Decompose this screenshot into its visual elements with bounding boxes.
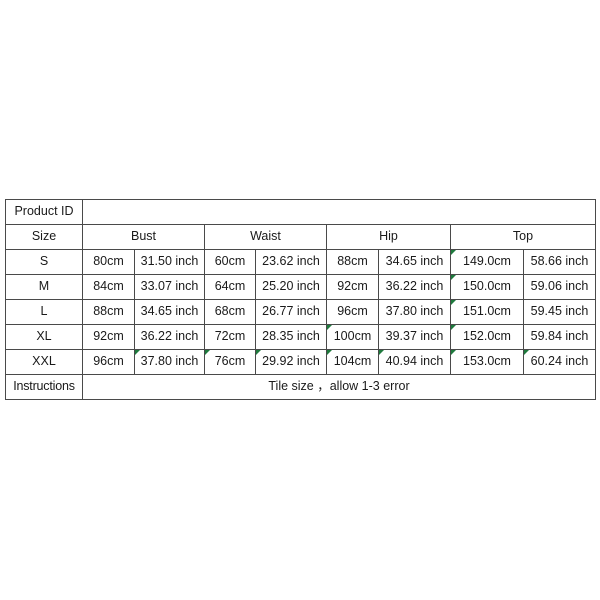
cell-top-cm: 150.0cm bbox=[450, 274, 524, 300]
cell-hip-inch: 36.22 inch bbox=[378, 274, 451, 300]
cell-size: S bbox=[5, 249, 83, 275]
cell-hip-inch: 40.94 inch bbox=[378, 349, 451, 375]
size-chart-table: Product ID Size Bust Waist Hip Top S 80c… bbox=[5, 199, 596, 400]
cell-waist-cm: 68cm bbox=[204, 299, 256, 325]
cell-waist-cm: 72cm bbox=[204, 324, 256, 350]
cell-bust-inch: 36.22 inch bbox=[134, 324, 205, 350]
size-chart-container: Product ID Size Bust Waist Hip Top S 80c… bbox=[5, 199, 596, 400]
cell-top-cm: 153.0cm bbox=[450, 349, 524, 375]
cell-bust-cm: 92cm bbox=[82, 324, 135, 350]
group-header-top: Top bbox=[450, 224, 596, 250]
group-header-hip: Hip bbox=[326, 224, 451, 250]
cell-waist-inch: 29.92 inch bbox=[255, 349, 327, 375]
cell-waist-inch: 23.62 inch bbox=[255, 249, 327, 275]
screenshot-canvas: Product ID Size Bust Waist Hip Top S 80c… bbox=[0, 0, 600, 600]
table-row: M 84cm 33.07 inch 64cm 25.20 inch 92cm 3… bbox=[5, 274, 596, 300]
cell-top-cm: 152.0cm bbox=[450, 324, 524, 350]
cell-bust-inch: 37.80 inch bbox=[134, 349, 205, 375]
cell-bust-inch: 34.65 inch bbox=[134, 299, 205, 325]
cell-hip-cm: 92cm bbox=[326, 274, 379, 300]
table-row-header: Size Bust Waist Hip Top bbox=[5, 224, 596, 250]
cell-bust-cm: 88cm bbox=[82, 299, 135, 325]
table-row-instructions: Instructions Tile size ，allow 1-3 error bbox=[5, 374, 596, 400]
cell-bust-cm: 84cm bbox=[82, 274, 135, 300]
cell-size: XL bbox=[5, 324, 83, 350]
cell-waist-inch: 25.20 inch bbox=[255, 274, 327, 300]
cell-top-cm: 149.0cm bbox=[450, 249, 524, 275]
cell-hip-cm: 88cm bbox=[326, 249, 379, 275]
cell-hip-inch: 34.65 inch bbox=[378, 249, 451, 275]
cell-waist-cm: 64cm bbox=[204, 274, 256, 300]
cell-top-inch: 58.66 inch bbox=[523, 249, 596, 275]
cell-bust-inch: 31.50 inch bbox=[134, 249, 205, 275]
cell-waist-inch: 28.35 inch bbox=[255, 324, 327, 350]
cell-waist-cm: 76cm bbox=[204, 349, 256, 375]
cell-hip-cm: 96cm bbox=[326, 299, 379, 325]
table-row: XXL 96cm 37.80 inch 76cm 29.92 inch 104c… bbox=[5, 349, 596, 375]
cell-bust-cm: 80cm bbox=[82, 249, 135, 275]
cell-hip-cm: 104cm bbox=[326, 349, 379, 375]
product-id-label: Product ID bbox=[5, 199, 83, 225]
table-row: S 80cm 31.50 inch 60cm 23.62 inch 88cm 3… bbox=[5, 249, 596, 275]
table-row: XL 92cm 36.22 inch 72cm 28.35 inch 100cm… bbox=[5, 324, 596, 350]
instructions-label: Instructions bbox=[5, 374, 83, 400]
cell-hip-inch: 37.80 inch bbox=[378, 299, 451, 325]
cell-hip-cm: 100cm bbox=[326, 324, 379, 350]
group-header-waist: Waist bbox=[204, 224, 327, 250]
cell-top-inch: 59.84 inch bbox=[523, 324, 596, 350]
cell-size: L bbox=[5, 299, 83, 325]
cell-size: XXL bbox=[5, 349, 83, 375]
product-id-value bbox=[82, 199, 596, 225]
table-row-product-id: Product ID bbox=[5, 199, 596, 225]
cell-top-cm: 151.0cm bbox=[450, 299, 524, 325]
cell-top-inch: 60.24 inch bbox=[523, 349, 596, 375]
cell-bust-cm: 96cm bbox=[82, 349, 135, 375]
size-header: Size bbox=[5, 224, 83, 250]
cell-size: M bbox=[5, 274, 83, 300]
instructions-text: Tile size ，allow 1-3 error bbox=[82, 374, 596, 400]
table-row: L 88cm 34.65 inch 68cm 26.77 inch 96cm 3… bbox=[5, 299, 596, 325]
cell-top-inch: 59.06 inch bbox=[523, 274, 596, 300]
cell-bust-inch: 33.07 inch bbox=[134, 274, 205, 300]
cell-top-inch: 59.45 inch bbox=[523, 299, 596, 325]
cell-hip-inch: 39.37 inch bbox=[378, 324, 451, 350]
cell-waist-cm: 60cm bbox=[204, 249, 256, 275]
group-header-bust: Bust bbox=[82, 224, 205, 250]
cell-waist-inch: 26.77 inch bbox=[255, 299, 327, 325]
